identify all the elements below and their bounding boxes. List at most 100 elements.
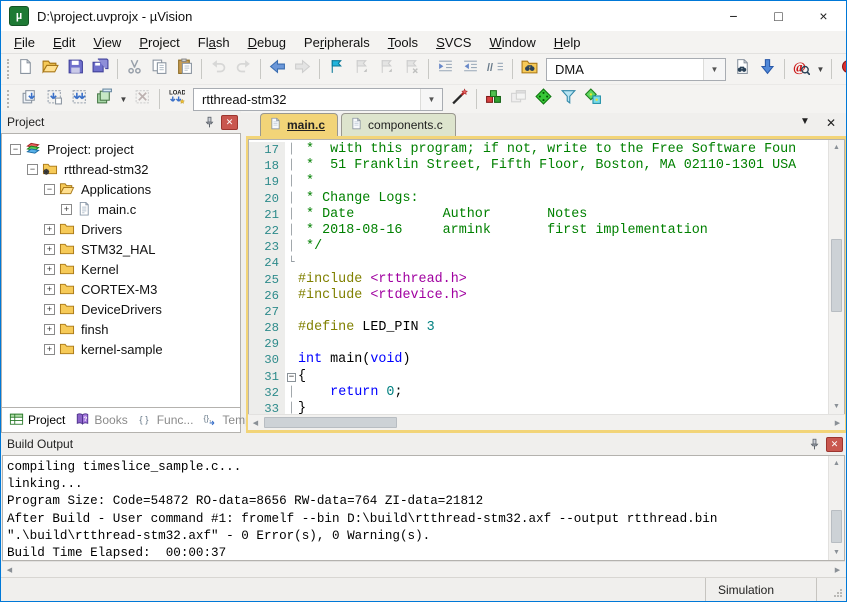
menu-project[interactable]: Project [130, 33, 188, 52]
toolbar-grip[interactable] [7, 59, 9, 79]
expand-icon[interactable]: + [44, 284, 55, 295]
collapse-icon[interactable]: − [44, 184, 55, 195]
nav-forward-button[interactable] [290, 58, 315, 81]
code-line-22[interactable]: 22│ * 2018-08-16 armink first implementa… [249, 223, 828, 239]
load-button[interactable]: LOAD [164, 88, 189, 111]
code-line-31[interactable]: 31−{ [249, 369, 828, 385]
tree-item-project-project[interactable]: −Project: project [2, 139, 240, 159]
line-number[interactable]: 21 [249, 207, 285, 223]
editor-vertical-scrollbar[interactable]: ▲ ▼ [828, 140, 844, 414]
comment-button[interactable]: // [483, 58, 508, 81]
code-line-19[interactable]: 19│ * [249, 174, 828, 190]
save-button[interactable] [63, 58, 88, 81]
bookmark-toggle-button[interactable] [324, 58, 349, 81]
expand-icon[interactable]: + [44, 324, 55, 335]
tab-list-dropdown-icon[interactable]: ▼ [800, 116, 810, 130]
line-number[interactable]: 24 [249, 255, 285, 271]
batch-build-button[interactable] [92, 88, 117, 111]
pin-icon[interactable] [805, 438, 823, 451]
pack-installer-button[interactable] [581, 88, 606, 111]
menu-peripherals[interactable]: Peripherals [295, 33, 379, 52]
code-editor[interactable]: 17│ * with this program; if not, write t… [249, 140, 828, 414]
line-number[interactable]: 33 [249, 401, 285, 414]
pin-icon[interactable] [200, 116, 218, 129]
tree-item-kernel-sample[interactable]: +kernel-sample [2, 339, 240, 359]
dropdown-caret-icon[interactable]: ▼ [117, 95, 130, 104]
line-number[interactable]: 30 [249, 352, 285, 368]
target-options-button[interactable] [447, 88, 472, 111]
panel-tab-books[interactable]: ?Books [71, 410, 131, 431]
line-number[interactable]: 25 [249, 272, 285, 288]
translate-button[interactable] [17, 88, 42, 111]
code-line-30[interactable]: 30int main(void) [249, 352, 828, 368]
editor-tab-components-c[interactable]: components.c [341, 113, 456, 136]
code-line-21[interactable]: 21│ * Date Author Notes [249, 207, 828, 223]
code-line-23[interactable]: 23│ */ [249, 239, 828, 255]
rte-manage-button[interactable] [531, 88, 556, 111]
copy-button[interactable] [147, 58, 172, 81]
line-number[interactable]: 26 [249, 288, 285, 304]
redo-button[interactable] [231, 58, 256, 81]
line-number[interactable]: 32 [249, 385, 285, 401]
collapse-icon[interactable]: − [27, 164, 38, 175]
find-button[interactable] [730, 58, 755, 81]
build-output-log[interactable]: compiling timeslice_sample.c...linking..… [3, 456, 828, 560]
outdent-button[interactable] [458, 58, 483, 81]
line-number[interactable]: 19 [249, 174, 285, 190]
code-line-20[interactable]: 20│ * Change Logs: [249, 191, 828, 207]
rebuild-button[interactable] [67, 88, 92, 111]
toolbar-grip[interactable] [7, 90, 13, 108]
menu-window[interactable]: Window [480, 33, 544, 52]
panel-tab-func[interactable]: { }Func... [134, 410, 198, 431]
code-line-26[interactable]: 26#include <rtdevice.h> [249, 288, 828, 304]
editor-horizontal-scrollbar[interactable]: ◀ ▶ [248, 414, 845, 430]
line-number[interactable]: 18 [249, 158, 285, 174]
tree-item-applications[interactable]: −Applications [2, 179, 240, 199]
breakpoint-toggle-button[interactable] [836, 58, 847, 81]
close-button[interactable]: × [801, 1, 846, 31]
expand-icon[interactable]: + [44, 264, 55, 275]
bookmark-prev-button[interactable] [349, 58, 374, 81]
build-horizontal-scrollbar[interactable]: ◀ ▶ [2, 561, 845, 577]
tree-item-kernel[interactable]: +Kernel [2, 259, 240, 279]
save-all-button[interactable] [88, 58, 113, 81]
open-file-button[interactable] [38, 58, 63, 81]
minimize-button[interactable]: − [711, 1, 756, 31]
menu-flash[interactable]: Flash [189, 33, 239, 52]
nav-back-button[interactable] [265, 58, 290, 81]
code-line-33[interactable]: 33│} [249, 401, 828, 414]
tree-item-main-c[interactable]: +main.c [2, 199, 240, 219]
menu-file[interactable]: File [5, 33, 44, 52]
menu-tools[interactable]: Tools [379, 33, 427, 52]
find-in-files-button[interactable] [517, 58, 542, 81]
build-button[interactable] [42, 88, 67, 111]
menu-svcs[interactable]: SVCS [427, 33, 480, 52]
menu-view[interactable]: View [84, 33, 130, 52]
stop-build-button[interactable] [130, 88, 155, 111]
bookmark-clear-button[interactable] [399, 58, 424, 81]
code-line-29[interactable]: 29 [249, 336, 828, 352]
new-file-button[interactable] [13, 58, 38, 81]
code-line-25[interactable]: 25#include <rtthread.h> [249, 272, 828, 288]
rte-filter-button[interactable] [556, 88, 581, 111]
line-number[interactable]: 20 [249, 191, 285, 207]
windows-stack-button[interactable] [506, 88, 531, 111]
collapse-icon[interactable]: − [10, 144, 21, 155]
panel-tab-project[interactable]: Project [5, 410, 69, 431]
code-line-17[interactable]: 17│ * with this program; if not, write t… [249, 142, 828, 158]
close-document-icon[interactable]: ✕ [826, 116, 836, 130]
close-panel-button[interactable]: ✕ [221, 115, 238, 130]
code-line-24[interactable]: 24└ [249, 255, 828, 271]
fold-collapse-icon[interactable]: − [287, 373, 296, 382]
maximize-button[interactable]: □ [756, 1, 801, 31]
resize-grip[interactable] [816, 578, 846, 601]
close-panel-button[interactable]: ✕ [826, 437, 843, 452]
tree-item-drivers[interactable]: +Drivers [2, 219, 240, 239]
target-select-combo[interactable]: rtthread-stm32▼ [193, 88, 443, 111]
build-vertical-scrollbar[interactable]: ▲ ▼ [828, 456, 844, 560]
line-number[interactable]: 22 [249, 223, 285, 239]
menu-help[interactable]: Help [545, 33, 590, 52]
code-line-28[interactable]: 28#define LED_PIN 3 [249, 320, 828, 336]
undo-button[interactable] [206, 58, 231, 81]
expand-icon[interactable]: + [61, 204, 72, 215]
